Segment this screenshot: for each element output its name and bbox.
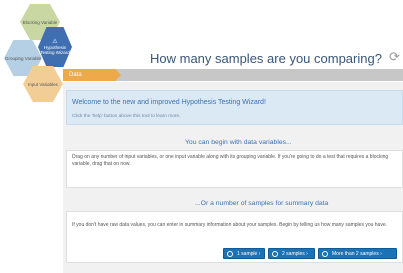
hypothesis-wizard-label: Hypothesis Testing Wizard: [40, 45, 70, 55]
two-samples-label: 2 samples ›: [282, 251, 308, 257]
radio-icon: [227, 251, 233, 257]
one-sample-button[interactable]: 1 sample ›: [223, 248, 265, 259]
summary-data-heading: ...Or a number of samples for summary da…: [195, 200, 329, 207]
radio-icon: [322, 251, 328, 257]
input-variables-label: Input Variables: [28, 81, 58, 87]
one-sample-label: 1 sample ›: [237, 251, 261, 257]
radio-icon: [272, 251, 278, 257]
refresh-icon[interactable]: ⟳: [389, 49, 400, 65]
grouping-variable-label: Grouping Variable: [5, 55, 41, 61]
blocking-variable-label: Blocking Variable: [22, 19, 58, 25]
data-variables-text: Drag on any number of input variables, o…: [72, 154, 389, 167]
welcome-hint: Click the 'help' button above this tool …: [72, 114, 181, 119]
page-title: How many samples are you comparing?: [150, 51, 382, 66]
two-samples-button[interactable]: 2 samples ›: [268, 248, 315, 259]
welcome-panel: [66, 90, 403, 125]
welcome-title: Welcome to the new and improved Hypothes…: [72, 99, 266, 106]
more-than-two-samples-button[interactable]: More than 2 samples ›: [318, 248, 397, 259]
tab-data[interactable]: Data: [63, 69, 121, 81]
summary-data-text: If you don't have raw data values, you c…: [72, 222, 388, 228]
data-variables-heading: You can begin with data variables...: [185, 139, 292, 146]
more-than-two-samples-label: More than 2 samples ›: [332, 251, 382, 257]
